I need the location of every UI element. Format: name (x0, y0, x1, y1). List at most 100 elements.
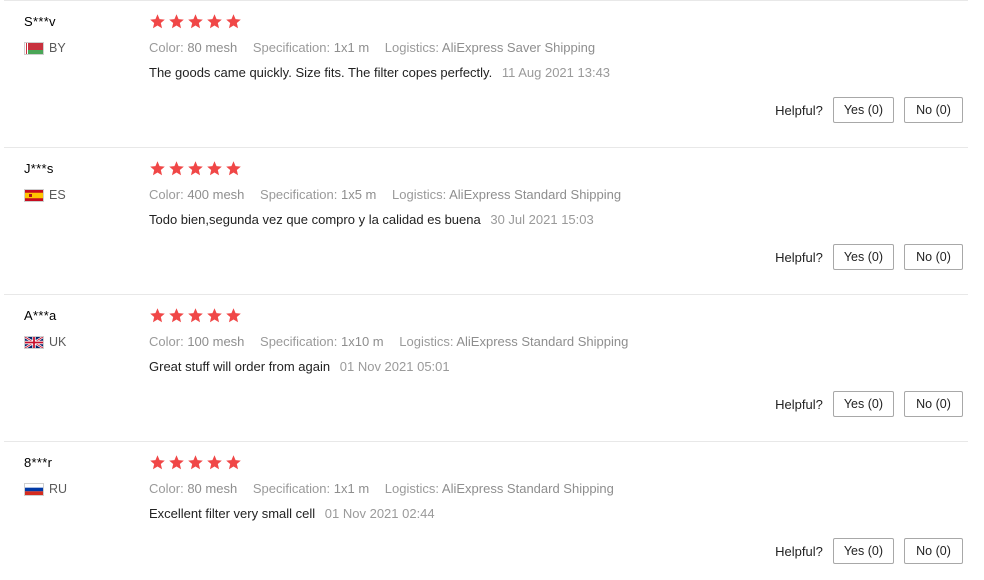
review-separator (4, 0, 968, 1)
helpful-votes: Helpful? Yes (0) No (0) (775, 538, 963, 564)
specification-label: Specification: (260, 334, 338, 349)
color-label: Color: (149, 481, 184, 496)
star-icon (188, 308, 203, 323)
reviewer-country: RU (24, 482, 67, 496)
logistics-label: Logistics: (392, 187, 447, 202)
rating-stars (149, 160, 242, 177)
reviewer-country: UK (24, 335, 66, 349)
helpful-yes-button[interactable]: Yes (0) (832, 244, 894, 270)
reviewer-country: BY (24, 41, 66, 55)
review-text: Excellent filter very small cell (149, 506, 316, 521)
helpful-label: Helpful? (775, 102, 823, 118)
star-icon (207, 455, 222, 470)
review-list: S***v BY Color: 80 mesh Specification: 1… (0, 0, 984, 580)
review-date: 01 Nov 2021 05:01 (339, 359, 450, 374)
reviewer-name: A***a (24, 308, 57, 323)
review-text: Great stuff will order from again (149, 359, 331, 374)
uk-flag-icon (24, 335, 44, 349)
helpful-yes-button[interactable]: Yes (0) (832, 538, 894, 564)
reviewer-name: 8***r (24, 455, 53, 470)
color-label: Color: (149, 40, 184, 55)
logistics-label: Logistics: (384, 481, 439, 496)
review-attributes: Color: 400 mesh Specification: 1x5 m Log… (149, 187, 621, 202)
helpful-no-button[interactable]: No (0) (904, 97, 963, 123)
helpful-votes: Helpful? Yes (0) No (0) (775, 391, 963, 417)
color-value: 80 mesh (187, 40, 238, 55)
review-attributes: Color: 80 mesh Specification: 1x1 m Logi… (149, 40, 595, 55)
star-icon (169, 14, 184, 29)
reviewer-country: ES (24, 188, 66, 202)
russia-flag-icon (24, 482, 44, 496)
helpful-votes: Helpful? Yes (0) No (0) (775, 97, 963, 123)
review-attributes: Color: 80 mesh Specification: 1x1 m Logi… (149, 481, 614, 496)
spain-flag-icon (24, 188, 44, 202)
review-attributes: Color: 100 mesh Specification: 1x10 m Lo… (149, 334, 628, 349)
logistics-label: Logistics: (384, 40, 439, 55)
review-text: The goods came quickly. Size fits. The f… (149, 65, 493, 80)
helpful-no-button[interactable]: No (0) (904, 391, 963, 417)
star-icon (226, 455, 241, 470)
logistics-value: AliExpress Saver Shipping (441, 40, 596, 55)
star-icon (188, 161, 203, 176)
color-label: Color: (149, 334, 184, 349)
helpful-label: Helpful? (775, 396, 823, 412)
star-icon (169, 308, 184, 323)
star-icon (226, 161, 241, 176)
belarus-flag-icon (24, 41, 44, 55)
review-date: 01 Nov 2021 02:44 (324, 506, 435, 521)
star-icon (188, 14, 203, 29)
review-body: Great stuff will order from again 01 Nov… (149, 359, 450, 374)
star-icon (150, 161, 165, 176)
helpful-label: Helpful? (775, 249, 823, 265)
star-icon (207, 308, 222, 323)
star-icon (188, 455, 203, 470)
review-separator (4, 294, 968, 295)
review-body: The goods came quickly. Size fits. The f… (149, 65, 610, 80)
star-icon (226, 308, 241, 323)
logistics-value: AliExpress Standard Shipping (456, 334, 629, 349)
review-text: Todo bien,segunda vez que compro y la ca… (149, 212, 481, 227)
country-code: BY (49, 41, 66, 55)
color-value: 80 mesh (187, 481, 238, 496)
star-icon (169, 455, 184, 470)
logistics-value: AliExpress Standard Shipping (441, 481, 614, 496)
reviewer-name: J***s (24, 161, 54, 176)
specification-label: Specification: (252, 40, 331, 55)
review-body: Excellent filter very small cell 01 Nov … (149, 506, 435, 521)
review-separator (4, 147, 968, 148)
helpful-yes-button[interactable]: Yes (0) (832, 391, 894, 417)
star-icon (150, 308, 165, 323)
reviewer-name: S***v (24, 14, 56, 29)
helpful-yes-button[interactable]: Yes (0) (832, 97, 894, 123)
review-body: Todo bien,segunda vez que compro y la ca… (149, 212, 594, 227)
color-value: 100 mesh (187, 334, 245, 349)
star-icon (150, 14, 165, 29)
review-item: A***a UK Color: 100 mesh Specification: … (0, 294, 984, 441)
specification-value: 1x10 m (340, 334, 384, 349)
rating-stars (149, 307, 242, 324)
review-item: S***v BY Color: 80 mesh Specification: 1… (0, 0, 984, 147)
logistics-value: AliExpress Standard Shipping (449, 187, 622, 202)
helpful-votes: Helpful? Yes (0) No (0) (775, 244, 963, 270)
helpful-label: Helpful? (775, 543, 823, 559)
star-icon (207, 14, 222, 29)
logistics-label: Logistics: (399, 334, 454, 349)
specification-value: 1x1 m (333, 40, 370, 55)
specification-value: 1x1 m (333, 481, 370, 496)
color-value: 400 mesh (187, 187, 245, 202)
country-code: ES (49, 188, 66, 202)
helpful-no-button[interactable]: No (0) (904, 244, 963, 270)
review-separator (4, 441, 968, 442)
review-item: 8***r RU Color: 80 mesh Specification: 1… (0, 441, 984, 580)
country-code: UK (49, 335, 67, 349)
helpful-no-button[interactable]: No (0) (904, 538, 963, 564)
specification-value: 1x5 m (340, 187, 377, 202)
review-item: J***s ES Color: 400 mesh Specification: … (0, 147, 984, 294)
review-date: 11 Aug 2021 13:43 (501, 65, 611, 80)
color-label: Color: (149, 187, 184, 202)
star-icon (207, 161, 222, 176)
star-icon (169, 161, 184, 176)
specification-label: Specification: (252, 481, 331, 496)
country-code: RU (49, 482, 68, 496)
rating-stars (149, 13, 242, 30)
